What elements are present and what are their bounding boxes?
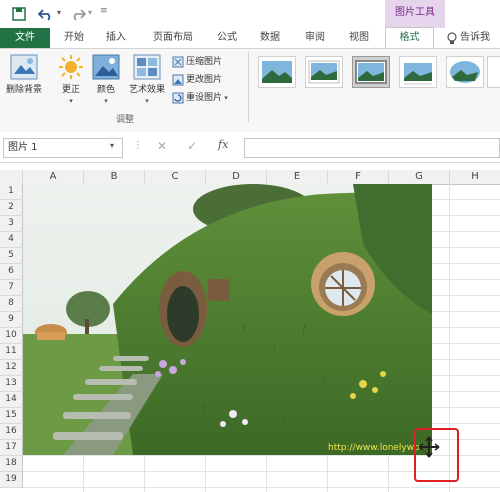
row-header[interactable]: 13 <box>0 376 23 392</box>
tab-format[interactable]: 格式 <box>385 27 434 50</box>
row-header[interactable]: 2 <box>0 200 23 216</box>
picture-style-1[interactable] <box>258 56 296 88</box>
row-header[interactable]: 3 <box>0 216 23 232</box>
change-picture-label: 更改图片 <box>186 75 223 85</box>
gridline <box>23 487 500 488</box>
row-header[interactable]: 7 <box>0 280 23 296</box>
row-header[interactable]: 4 <box>0 232 23 248</box>
undo-icon[interactable] <box>38 7 54 21</box>
picture-style-icon <box>355 60 387 84</box>
adjust-group-label: 调整 <box>115 115 134 125</box>
row-header[interactable]: 17 <box>0 440 23 456</box>
enter-icon[interactable]: ✓ <box>187 139 197 153</box>
name-box[interactable]: 图片 1 <box>3 138 123 158</box>
row-header[interactable]: 11 <box>0 344 23 360</box>
insert-function-icon[interactable]: fx <box>218 138 228 151</box>
tab-data[interactable]: 数据 <box>251 28 289 48</box>
row-header[interactable]: 6 <box>0 264 23 280</box>
color-button[interactable]: 颜色 ▾ <box>89 54 123 105</box>
column-header[interactable]: G <box>389 170 450 185</box>
row-header[interactable]: 18 <box>0 456 23 472</box>
reset-picture-button[interactable]: 重设图片 ▾ <box>172 90 228 106</box>
picture-style-icon <box>308 60 340 84</box>
redo-dropdown-icon[interactable]: ▾ <box>88 8 92 17</box>
row-header[interactable]: 16 <box>0 424 23 440</box>
save-icon[interactable] <box>12 7 26 21</box>
row-header[interactable]: 15 <box>0 408 23 424</box>
remove-background-label: 删除背景 <box>5 85 42 95</box>
ribbon-tabs: 文件 开始 插入 页面布局 公式 数据 审阅 视图 格式 告诉我 <box>0 27 500 50</box>
column-header[interactable]: C <box>145 170 206 185</box>
sun-icon <box>59 55 83 79</box>
corrections-button[interactable]: 更正 ▾ <box>54 54 88 105</box>
formula-input[interactable] <box>244 138 500 158</box>
name-box-dropdown-icon[interactable]: ▾ <box>110 141 114 150</box>
tab-home[interactable]: 开始 <box>55 28 93 48</box>
reset-dropdown-icon: ▾ <box>222 94 228 102</box>
picture-style-5[interactable] <box>446 56 484 88</box>
compress-icon <box>172 56 184 67</box>
reset-picture-icon <box>172 92 184 103</box>
artistic-effects-icon <box>133 54 161 80</box>
picture-style-icon <box>404 63 432 85</box>
artistic-effects-button[interactable]: 艺术效果 ▾ <box>124 54 170 105</box>
ribbon-separator <box>248 52 249 122</box>
name-box-value: 图片 1 <box>8 142 38 153</box>
picture-style-icon <box>262 61 292 83</box>
column-header[interactable]: B <box>84 170 145 185</box>
tab-insert[interactable]: 插入 <box>97 28 135 48</box>
column-header[interactable]: H <box>450 170 500 185</box>
change-picture-icon <box>172 74 184 85</box>
tab-formulas[interactable]: 公式 <box>208 28 246 48</box>
remove-background-button[interactable]: 删除背景 <box>2 54 46 95</box>
undo-dropdown-icon[interactable]: ▾ <box>57 8 61 17</box>
color-dropdown-icon: ▾ <box>104 97 108 105</box>
row-header[interactable]: 5 <box>0 248 23 264</box>
picture-style-6[interactable] <box>487 56 500 88</box>
column-header[interactable]: A <box>23 170 84 185</box>
picture-style-3-selected[interactable] <box>352 56 390 88</box>
artistic-effects-dropdown-icon: ▾ <box>145 97 149 105</box>
row-header[interactable]: 19 <box>0 472 23 488</box>
picture-style-2[interactable] <box>305 56 343 88</box>
column-header[interactable]: F <box>328 170 389 185</box>
row-header[interactable]: 10 <box>0 328 23 344</box>
row-header[interactable]: 1 <box>0 184 23 200</box>
row-header[interactable]: 14 <box>0 392 23 408</box>
tab-file[interactable]: 文件 <box>0 28 50 48</box>
color-label: 颜色 <box>96 85 115 95</box>
picture-style-icon <box>450 61 480 83</box>
color-icon <box>92 54 120 80</box>
compress-pictures-button[interactable]: 压缩图片 <box>172 54 222 70</box>
highlight-annotation <box>414 428 459 482</box>
picture-tools-context: 图片工具 <box>385 0 445 28</box>
customize-qat-icon[interactable]: ≡ <box>100 6 108 16</box>
tab-view[interactable]: 视图 <box>340 28 378 48</box>
tab-page-layout[interactable]: 页面布局 <box>143 28 203 48</box>
select-all-corner[interactable] <box>0 170 23 185</box>
cancel-icon[interactable]: ✕ <box>157 139 167 153</box>
change-picture-button[interactable]: 更改图片 <box>172 72 222 88</box>
hobbit-house-image: http://www.lonelywo <box>23 184 432 455</box>
corrections-label: 更正 <box>61 85 80 95</box>
row-header[interactable]: 8 <box>0 296 23 312</box>
lightbulb-icon <box>447 32 457 44</box>
picture-style-4[interactable] <box>399 56 437 88</box>
reset-picture-label: 重设图片 <box>186 93 223 103</box>
column-header[interactable]: D <box>206 170 267 185</box>
inserted-picture[interactable]: http://www.lonelywo <box>23 184 432 455</box>
compress-label: 压缩图片 <box>186 57 223 67</box>
row-header[interactable]: 12 <box>0 360 23 376</box>
artistic-effects-label: 艺术效果 <box>128 85 165 95</box>
more-options-icon: ⋮ <box>133 140 143 151</box>
watermark-text: http://www.lonelywo <box>328 443 420 453</box>
tab-review[interactable]: 审阅 <box>296 28 334 48</box>
row-header[interactable]: 9 <box>0 312 23 328</box>
context-tab-group-label: 图片工具 <box>395 7 435 18</box>
column-header[interactable]: E <box>267 170 328 185</box>
remove-background-icon <box>10 54 38 80</box>
corrections-dropdown-icon: ▾ <box>69 97 73 105</box>
tell-me-box[interactable]: 告诉我 <box>460 28 500 48</box>
redo-icon[interactable] <box>70 7 86 21</box>
